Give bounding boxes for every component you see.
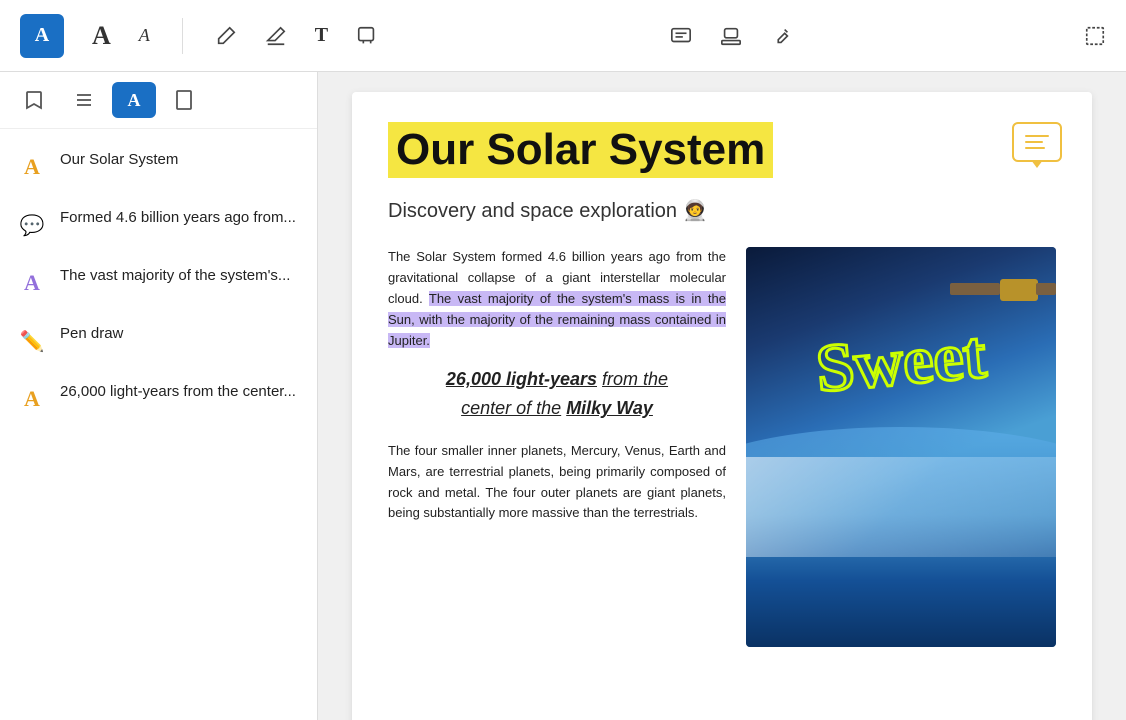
comment-tool-button[interactable] xyxy=(670,25,692,47)
sidebar-item-text-1: Our Solar System xyxy=(60,149,178,171)
sidebar-item-icon-3: A xyxy=(16,267,48,299)
font-large-button[interactable]: A xyxy=(92,21,111,51)
sweet-handwriting: Sweet xyxy=(756,327,1046,395)
document-title: Our Solar System xyxy=(396,125,765,174)
comment-lines xyxy=(1025,135,1049,149)
document-subtitle: Discovery and space exploration 🧑‍🚀 xyxy=(388,198,1056,223)
sidebar-tab-annotation[interactable]: A xyxy=(112,82,156,118)
document-quote: 26,000 light-years from the center of th… xyxy=(388,365,726,423)
title-section: Our Solar System xyxy=(388,122,1056,186)
sidebar-item-icon-5: A xyxy=(16,383,48,415)
sidebar-item-text-2: Formed 4.6 billion years ago from... xyxy=(60,207,296,229)
document-area: Our Solar System Discovery and space exp… xyxy=(318,72,1126,720)
quote-from-the: from the xyxy=(602,369,668,389)
satellite-body xyxy=(1000,279,1038,301)
sidebar-item-formed[interactable]: 💬 Formed 4.6 billion years ago from... xyxy=(0,195,317,253)
sidebar-tab-outline[interactable] xyxy=(62,82,106,118)
text-column: The Solar System formed 4.6 billion year… xyxy=(388,247,726,647)
logo-text: A xyxy=(35,24,49,47)
space-image: Sweet xyxy=(746,247,1056,647)
toolbar-divider-1 xyxy=(182,18,183,54)
sidebar-item-solar-system[interactable]: A Our Solar System xyxy=(0,137,317,195)
annotation-tab-icon: A xyxy=(128,90,141,111)
cloud-layer xyxy=(746,457,1056,557)
sidebar: A A Our Solar System 💬 Formed xyxy=(0,72,318,720)
sidebar-item-icon-1: A xyxy=(16,151,48,183)
sidebar-tab-page[interactable] xyxy=(162,82,206,118)
satellite-panel-right xyxy=(1036,283,1056,295)
select-tool-button[interactable] xyxy=(1084,25,1106,47)
title-highlight: Our Solar System xyxy=(388,122,773,178)
sidebar-item-list: A Our Solar System 💬 Formed 4.6 billion … xyxy=(0,129,317,720)
highlight-text: The vast majority of the system's mass i… xyxy=(388,291,726,348)
sidebar-item-pen-draw[interactable]: ✏️ Pen draw xyxy=(0,311,317,369)
sidebar-item-icon-4: ✏️ xyxy=(16,325,48,357)
comment-line-3 xyxy=(1025,147,1045,149)
stamp-tool-button[interactable] xyxy=(720,25,742,47)
sidebar-item-text-5: 26,000 light-years from the center... xyxy=(60,381,296,403)
sidebar-tab-bookmark[interactable] xyxy=(12,82,56,118)
comment-tail xyxy=(1031,160,1043,168)
app-logo[interactable]: A xyxy=(20,14,64,58)
quote-lightyears: 26,000 light-years xyxy=(446,369,597,389)
sidebar-item-text-4: Pen draw xyxy=(60,323,123,345)
sidebar-tab-bar: A xyxy=(0,72,317,129)
main-content: A A Our Solar System 💬 Formed xyxy=(0,72,1126,720)
text-tool-button[interactable]: T xyxy=(315,24,328,47)
toolbar: A A A T xyxy=(0,0,1126,72)
comment-line-1 xyxy=(1025,135,1049,137)
satellite-panel-left xyxy=(950,283,1000,295)
shape-tool-button[interactable] xyxy=(356,25,378,47)
eraser-tool-button[interactable] xyxy=(265,25,287,47)
sidebar-item-vast[interactable]: A The vast majority of the system's... xyxy=(0,253,317,311)
font-small-button[interactable]: A xyxy=(139,25,150,46)
comment-line-2 xyxy=(1025,141,1043,143)
sidebar-item-lightyears[interactable]: A 26,000 light-years from the center... xyxy=(0,369,317,427)
signature-tool-button[interactable] xyxy=(770,25,792,47)
comment-bubble[interactable] xyxy=(1012,122,1062,162)
quote-milky-way: Milky Way xyxy=(566,398,653,418)
paragraph-2: The four smaller inner planets, Mercury,… xyxy=(388,441,726,524)
sidebar-item-icon-2: 💬 xyxy=(16,209,48,241)
quote-center-of-the: center of the xyxy=(461,398,561,418)
sweet-text: Sweet xyxy=(813,320,988,403)
pencil-tool-button[interactable] xyxy=(215,25,237,47)
paragraph-1: The Solar System formed 4.6 billion year… xyxy=(388,247,726,351)
document-page: Our Solar System Discovery and space exp… xyxy=(352,92,1092,720)
sidebar-item-text-3: The vast majority of the system's... xyxy=(60,265,290,287)
document-body: The Solar System formed 4.6 billion year… xyxy=(388,247,1056,647)
